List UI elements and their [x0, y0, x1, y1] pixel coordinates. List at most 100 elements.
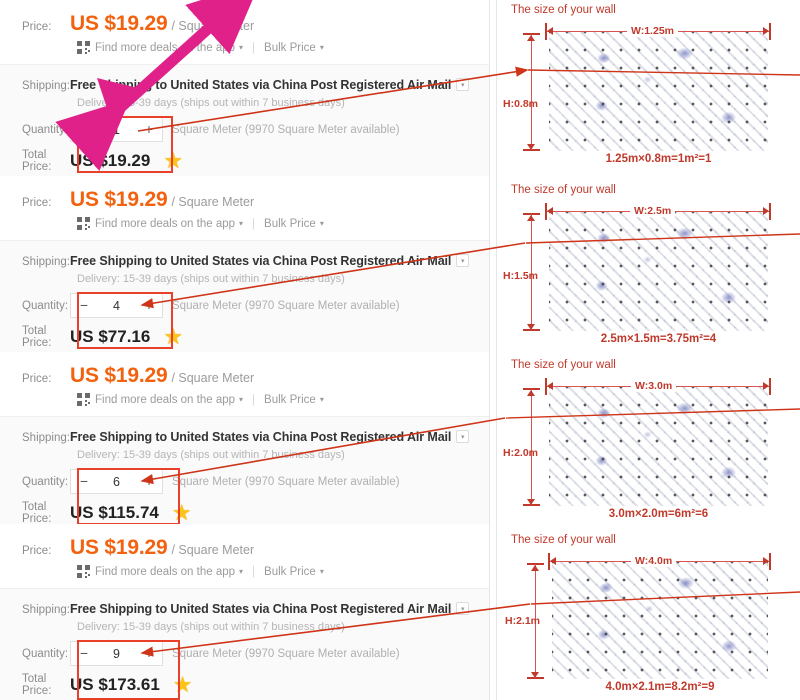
- diagram-title: The size of your wall: [511, 534, 616, 546]
- shipping-label: Shipping:: [22, 256, 70, 268]
- wall-diagram: The size of your wall W:1.25m H:0.8m 1.2…: [497, 0, 800, 176]
- total-price-label: Total Price:: [22, 673, 52, 697]
- app-deals-label[interactable]: Find more deals on the app: [95, 218, 235, 230]
- plus-icon[interactable]: +: [136, 294, 162, 317]
- quantity-value[interactable]: 4: [97, 299, 136, 313]
- chevron-down-icon[interactable]: ▾: [320, 43, 324, 52]
- width-arrow-left: [547, 27, 553, 35]
- diagram-title: The size of your wall: [511, 184, 616, 196]
- plus-icon[interactable]: +: [136, 470, 162, 493]
- width-arrow-right: [763, 207, 769, 215]
- bulk-price-label[interactable]: Bulk Price: [264, 218, 316, 230]
- app-deals-label[interactable]: Find more deals on the app: [95, 394, 235, 406]
- divider: |: [252, 393, 256, 406]
- quantity-value[interactable]: 6: [97, 475, 136, 489]
- height-arrow-bottom: [531, 672, 539, 678]
- wallpaper-texture-overlay: [549, 387, 768, 506]
- shipping-select-chevron-icon[interactable]: ▾: [456, 254, 470, 268]
- shipping-row: Shipping: Free Shipping to United States…: [0, 76, 489, 94]
- divider: |: [252, 565, 256, 578]
- height-label: H:2.1m: [505, 615, 541, 627]
- qr-code-icon: [77, 393, 90, 406]
- chevron-down-icon[interactable]: ▾: [239, 567, 243, 576]
- total-price-value: US $19.29: [70, 151, 151, 170]
- width-label: W:1.25m: [627, 25, 678, 37]
- wallpaper-preview-image: [549, 32, 768, 151]
- width-label: W:2.5m: [630, 205, 676, 217]
- height-arrow-bottom: [527, 499, 535, 505]
- shipping-method-text: Free Shipping to United States via China…: [70, 602, 452, 616]
- panel-divider: [489, 0, 490, 700]
- total-price-value: US $77.16: [70, 327, 151, 346]
- minus-icon[interactable]: −: [71, 642, 97, 665]
- quantity-row: Quantity: − 1 + Square Meter (9970 Squar…: [0, 117, 489, 142]
- chevron-down-icon[interactable]: ▾: [239, 43, 243, 52]
- wallpaper-texture-overlay: [549, 32, 768, 151]
- price-row: Price: US $19.29 / Square Meter: [0, 536, 489, 560]
- quantity-stepper[interactable]: − 9 +: [70, 641, 163, 666]
- plus-icon[interactable]: +: [136, 642, 162, 665]
- shipping-select-chevron-icon[interactable]: ▾: [456, 430, 470, 444]
- price-label: Price:: [22, 545, 52, 557]
- shipping-method-text: Free Shipping to United States via China…: [70, 78, 452, 92]
- qr-code-icon: [77, 217, 90, 230]
- plus-icon[interactable]: +: [136, 118, 162, 141]
- minus-icon[interactable]: −: [71, 294, 97, 317]
- quantity-label: Quantity:: [22, 475, 69, 488]
- delivery-estimate: Delivery: 15-39 days (ships out within 7…: [77, 97, 345, 109]
- price-block: Price: US $19.29 / Square Meter Find mor…: [0, 524, 489, 588]
- width-dim-tick-right: [769, 203, 771, 220]
- wallpaper-texture-overlay: [549, 212, 768, 331]
- offer-row: Price: US $19.29 / Square Meter Find mor…: [0, 0, 489, 184]
- availability-text: Square Meter (9970 Square Meter availabl…: [172, 123, 400, 136]
- total-price-value: US $115.74: [70, 503, 159, 522]
- wallpaper-texture-overlay: [552, 562, 768, 679]
- minus-icon[interactable]: −: [71, 118, 97, 141]
- wall-diagram: The size of your wall W:3.0m H:2.0m 3.0m…: [497, 355, 800, 531]
- shipping-row: Shipping: Free Shipping to United States…: [0, 600, 489, 618]
- qr-code-icon: [77, 41, 90, 54]
- price-label: Price:: [22, 197, 52, 209]
- shipping-select-chevron-icon[interactable]: ▾: [456, 78, 470, 92]
- shipping-label: Shipping:: [22, 604, 70, 616]
- qr-code-icon: [77, 565, 90, 578]
- bulk-price-label[interactable]: Bulk Price: [264, 566, 316, 578]
- shipping-label: Shipping:: [22, 432, 70, 444]
- area-formula: 2.5m×1.5m=3.75m²=4: [600, 333, 717, 345]
- bulk-price-label[interactable]: Bulk Price: [264, 394, 316, 406]
- chevron-down-icon[interactable]: ▾: [320, 219, 324, 228]
- quantity-stepper[interactable]: − 1 +: [70, 117, 163, 142]
- app-deals-row: Find more deals on the app ▾ | Bulk Pric…: [77, 41, 489, 54]
- width-arrow-left: [550, 557, 556, 565]
- width-dim-tick-right: [769, 553, 771, 570]
- chevron-down-icon[interactable]: ▾: [239, 395, 243, 404]
- chevron-down-icon[interactable]: ▾: [320, 567, 324, 576]
- app-deals-label[interactable]: Find more deals on the app: [95, 42, 235, 54]
- quantity-value[interactable]: 1: [97, 123, 136, 137]
- quantity-value[interactable]: 9: [97, 647, 136, 661]
- app-deals-row: Find more deals on the app ▾ | Bulk Pric…: [77, 393, 489, 406]
- chevron-down-icon[interactable]: ▾: [320, 395, 324, 404]
- wall-size-diagram-panel: The size of your wall W:1.25m H:0.8m 1.2…: [497, 0, 800, 700]
- shipping-block: Shipping: Free Shipping to United States…: [0, 416, 489, 536]
- area-formula: 1.25m×0.8m=1m²=1: [605, 153, 712, 165]
- quantity-stepper[interactable]: − 6 +: [70, 469, 163, 494]
- availability-text: Square Meter (9970 Square Meter availabl…: [172, 299, 400, 312]
- quantity-stepper[interactable]: − 4 +: [70, 293, 163, 318]
- width-arrow-right: [763, 557, 769, 565]
- wallpaper-preview-image: [549, 387, 768, 506]
- star-icon: ★: [171, 500, 192, 525]
- price-label: Price:: [22, 21, 52, 33]
- shipping-method-text: Free Shipping to United States via China…: [70, 254, 452, 268]
- wall-diagram: The size of your wall W:4.0m H:2.1m 4.0m…: [497, 530, 800, 700]
- minus-icon[interactable]: −: [71, 470, 97, 493]
- height-arrow-bottom: [527, 324, 535, 330]
- bulk-price-label[interactable]: Bulk Price: [264, 42, 316, 54]
- offer-row: Price: US $19.29 / Square Meter Find mor…: [0, 176, 489, 360]
- app-deals-label[interactable]: Find more deals on the app: [95, 566, 235, 578]
- chevron-down-icon[interactable]: ▾: [239, 219, 243, 228]
- shipping-method-text: Free Shipping to United States via China…: [70, 430, 452, 444]
- shipping-select-chevron-icon[interactable]: ▾: [456, 602, 470, 616]
- unit-price-value: US $19.29: [70, 536, 168, 559]
- delivery-estimate: Delivery: 15-39 days (ships out within 7…: [77, 449, 345, 461]
